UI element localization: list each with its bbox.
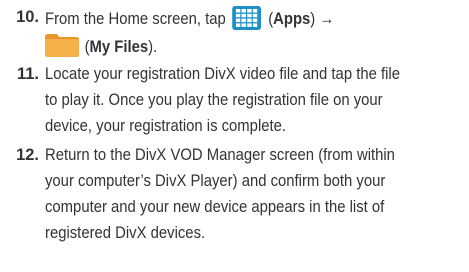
step-line: device, your registration is complete.	[45, 117, 287, 135]
apps-grid-icon	[232, 6, 262, 30]
step-text-segment: )	[310, 10, 320, 28]
step-line: Return to the DivX VOD Manager screen (f…	[45, 146, 395, 164]
step-line: computer and your new device appears in …	[45, 198, 385, 216]
folder-icon	[45, 34, 80, 57]
step-number: 10.	[16, 8, 39, 26]
step-line: Locate your registration DivX video file…	[45, 65, 400, 83]
step-text-segment: ).	[148, 38, 158, 56]
arrow-glyph: →	[319, 10, 335, 28]
instruction-page: 10. From the Home screen, tap (Apps) → (…	[0, 0, 469, 272]
step-line: registered DivX devices.	[45, 224, 206, 242]
step-number: 11.	[16, 65, 39, 83]
step-text: Return to the DivX VOD Manager screen (f…	[45, 144, 468, 245]
step-line: From the Home screen, tap (Apps) →	[45, 6, 468, 31]
step-text: From the Home screen, tap (Apps) → (My F…	[45, 6, 468, 59]
step-text-segment: (	[264, 10, 274, 28]
apps-label: Apps	[273, 10, 311, 28]
step-text: Locate your registration DivX video file…	[45, 63, 468, 138]
step-line: (My Files).	[45, 34, 468, 59]
step-line: to play it. Once you play the registrati…	[45, 91, 383, 109]
step-number: 12.	[16, 146, 39, 164]
step-text-segment: From the Home screen, tap	[45, 10, 230, 28]
my-files-label: My Files	[89, 38, 149, 56]
step-line: your computer’s DivX Player) and confirm…	[45, 172, 386, 190]
